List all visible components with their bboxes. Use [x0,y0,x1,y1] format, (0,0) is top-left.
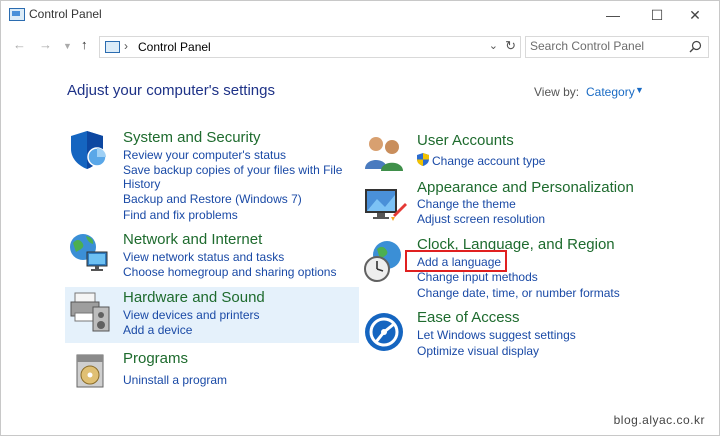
search-box[interactable] [525,36,709,58]
page-title: Adjust your computer's settings [67,82,275,99]
view-by-label: View by: [534,85,580,99]
link-file-history[interactable]: Save backup copies of your files with Fi… [123,163,342,177]
watermark: blog.alyac.co.kr [613,413,705,427]
window-title: Control Panel [29,7,102,21]
link-screen-resolution[interactable]: Adjust screen resolution [417,212,545,226]
category-title[interactable]: User Accounts [417,132,514,149]
category-title[interactable]: Hardware and Sound [123,289,265,306]
ease-of-access-icon[interactable] [363,311,405,353]
link-optimize-display[interactable]: Optimize visual display [417,344,539,358]
view-by-dropdown[interactable]: Category [586,85,635,99]
control-panel-icon [9,8,25,21]
title-bar: Control Panel — ☐ ✕ [1,1,719,29]
minimize-button[interactable]: — [595,1,631,29]
link-add-device[interactable]: Add a device [123,323,192,337]
category-title[interactable]: Network and Internet [123,231,262,248]
link-network-status[interactable]: View network status and tasks [123,250,284,264]
display-brush-icon[interactable] [363,185,407,227]
link-date-time-formats[interactable]: Change date, time, or number formats [417,286,620,300]
printer-icon[interactable] [69,289,111,333]
breadcrumb-chevron-icon[interactable]: › [124,39,128,53]
link-backup-restore[interactable]: Backup and Restore (Windows 7) [123,192,302,206]
link-uninstall[interactable]: Uninstall a program [123,373,227,387]
link-devices-printers[interactable]: View devices and printers [123,308,260,322]
forward-arrow-icon[interactable]: → [39,37,52,52]
link-change-account-type[interactable]: Change account type [432,154,545,168]
chevron-down-icon[interactable]: ▼ [635,85,644,95]
maximize-button[interactable]: ☐ [639,1,675,29]
chevron-down-icon[interactable]: ⌄ [489,39,498,52]
category-title[interactable]: Programs [123,350,188,367]
users-icon[interactable] [363,133,407,173]
link-change-theme[interactable]: Change the theme [417,197,516,211]
search-input[interactable] [530,39,680,53]
link-file-history-cont[interactable]: History [123,177,160,191]
network-globe-icon[interactable] [67,230,111,274]
clock-globe-icon[interactable] [363,239,407,283]
link-homegroup[interactable]: Choose homegroup and sharing options [123,265,336,279]
category-title[interactable]: Appearance and Personalization [417,179,634,196]
control-panel-window: Control Panel — ☐ ✕ ← → ▼ ↑ › Control Pa… [0,0,720,436]
link-review-status[interactable]: Review your computer's status [123,148,286,162]
category-title[interactable]: System and Security [123,129,261,146]
up-arrow-icon[interactable]: ↑ [81,37,88,52]
uac-shield-icon [417,153,429,166]
close-button[interactable]: ✕ [677,1,713,29]
link-find-fix[interactable]: Find and fix problems [123,208,238,222]
back-arrow-icon[interactable]: ← [13,37,26,52]
shield-icon[interactable] [69,129,109,171]
recent-locations-icon[interactable]: ▼ [63,41,72,51]
link-add-language[interactable]: Add a language [417,255,501,269]
refresh-icon[interactable]: ↻ [505,38,516,54]
breadcrumb[interactable]: Control Panel [138,40,211,54]
search-icon[interactable] [689,40,702,53]
link-input-methods[interactable]: Change input methods [417,270,538,284]
control-panel-icon [105,41,120,53]
programs-disc-icon[interactable] [73,349,109,391]
category-title[interactable]: Ease of Access [417,309,520,326]
address-bar[interactable]: › Control Panel ⌄ ↻ [99,36,521,58]
link-suggest-settings[interactable]: Let Windows suggest settings [417,328,576,342]
